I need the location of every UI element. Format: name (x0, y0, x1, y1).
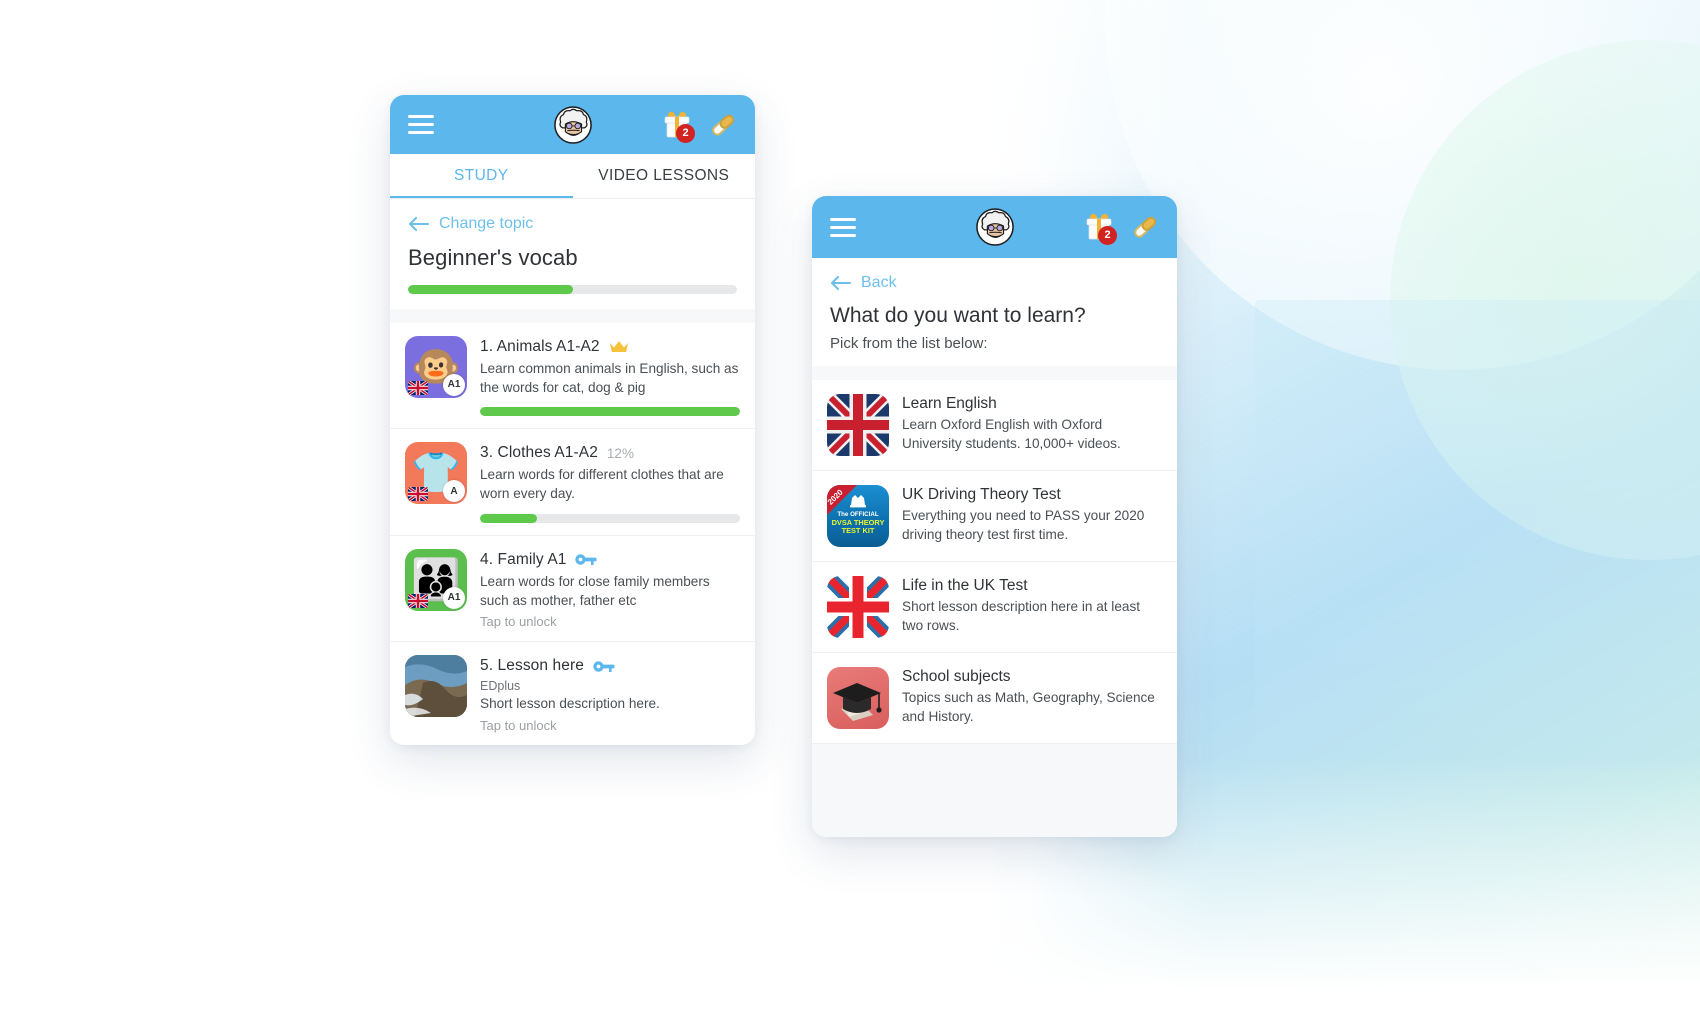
change-topic-link[interactable]: Change topic (390, 199, 755, 241)
crown-icon (609, 339, 629, 354)
level-badge: A1 (443, 373, 465, 396)
phone-screen-study: 2 STUDY VIDEO LESSONS Change topic Begin… (390, 95, 755, 745)
link-icon[interactable] (709, 111, 737, 139)
background-soft-rectangle (1255, 300, 1700, 770)
tap-to-unlock-label: Tap to unlock (480, 718, 557, 733)
course-title: School subjects (902, 668, 1011, 685)
lesson-title: 5. Lesson here (480, 657, 584, 675)
hamburger-menu-icon[interactable] (408, 115, 434, 135)
list-item[interactable]: 5. Lesson here EDplus Short lesson descr… (390, 642, 755, 745)
lesson-description: Learn words for close family members suc… (480, 573, 710, 608)
level-badge: A1 (443, 586, 465, 609)
phone-screen-course-picker: 2 Back What do you want to learn? Pick f… (812, 196, 1177, 837)
course-description: Topics such as Math, Geography, Science … (902, 690, 1155, 724)
back-link[interactable]: Back (812, 258, 1177, 300)
lesson-author: EDplus (480, 679, 521, 694)
uk-flag-icon (827, 576, 889, 638)
topic-progress-fill (408, 285, 573, 295)
lesson-description: Learn words for different clothes that a… (480, 467, 724, 501)
uk-flag-icon (408, 380, 428, 395)
lesson-progress-bar (480, 407, 740, 417)
app-bar-actions: 2 (663, 110, 737, 143)
lesson-list: 🐵 A1 1. Animals A1-A2 Learn common anima… (390, 322, 755, 745)
hamburger-menu-icon[interactable] (830, 217, 856, 237)
course-description: Short lesson description here in at leas… (902, 599, 1141, 633)
uk-flag-icon (408, 487, 428, 502)
gift-badge-count: 2 (676, 123, 695, 143)
lesson-progress-bar (480, 513, 740, 523)
arrow-left-icon (408, 216, 430, 232)
dvsa-theory-test-kit-icon: 2020 The OFFICIAL DVSA THEORY TEST KIT (827, 485, 889, 547)
page-subtitle: Pick from the list below: (830, 335, 988, 352)
list-item[interactable]: Learn English Learn Oxford English with … (812, 380, 1177, 471)
list-separator (812, 366, 1177, 380)
lesson-thumbnail: 🐵 A1 (405, 335, 467, 398)
course-title: UK Driving Theory Test (902, 486, 1061, 503)
topic-progress-bar (408, 285, 737, 295)
graduation-cap-icon (827, 667, 889, 729)
uk-flag-icon (408, 593, 428, 608)
tab-bar: STUDY VIDEO LESSONS (390, 154, 756, 200)
course-title: Learn English (902, 395, 997, 412)
lesson-progress-fill (480, 407, 740, 417)
arrow-left-icon (830, 275, 852, 291)
lesson-title: 4. Family A1 (480, 550, 567, 568)
gift-badge-count: 2 (1098, 226, 1117, 245)
app-bar: 2 (812, 196, 1177, 258)
course-description: Everything you need to PASS your 2020 dr… (902, 508, 1145, 542)
lesson-thumbnail (405, 655, 467, 718)
key-icon (575, 553, 597, 566)
lesson-description: Learn common animals in English, such as… (480, 360, 739, 395)
app-bar: 2 (390, 95, 755, 155)
gift-icon[interactable]: 2 (1085, 212, 1117, 245)
link-icon[interactable] (1131, 213, 1159, 241)
lesson-thumbnail: 👕 A (405, 442, 467, 505)
course-list: Learn English Learn Oxford English with … (812, 380, 1177, 744)
lesson-title: 3. Clothes A1-A2 (480, 444, 598, 462)
lesson-progress-fill (480, 513, 538, 523)
lesson-percent: 12% (606, 445, 634, 461)
course-title: Life in the UK Test (902, 577, 1028, 594)
tap-to-unlock-label: Tap to unlock (480, 614, 557, 630)
topic-title: Beginner's vocab (408, 245, 578, 271)
change-topic-label: Change topic (439, 215, 534, 233)
page-title: What do you want to learn? (830, 304, 1086, 327)
back-label: Back (861, 274, 897, 291)
lesson-title: 1. Animals A1-A2 (480, 337, 600, 355)
uk-flag-icon (827, 394, 889, 456)
list-item[interactable]: Life in the UK Test Short lesson descrip… (812, 562, 1177, 653)
kit-line-3: TEST KIT (841, 526, 875, 536)
list-item[interactable]: 👕 A 3. Clothes A1-A2 12% Learn words for… (390, 429, 755, 536)
einstein-avatar-icon[interactable] (975, 208, 1014, 246)
list-item[interactable]: School subjects Topics such as Math, Geo… (812, 653, 1177, 744)
tab-study[interactable]: STUDY (390, 154, 573, 199)
list-separator (390, 309, 755, 323)
list-item[interactable]: 🐵 A1 1. Animals A1-A2 Learn common anima… (390, 323, 755, 430)
lesson-description: Short lesson description here. (480, 696, 660, 712)
list-item[interactable]: 2020 The OFFICIAL DVSA THEORY TEST KIT U… (812, 471, 1177, 562)
screen-filler (812, 744, 1177, 837)
key-icon (593, 660, 615, 673)
app-bar-actions: 2 (1085, 212, 1159, 245)
course-description: Learn Oxford English with Oxford Univers… (902, 417, 1121, 451)
tab-video-lessons[interactable]: VIDEO LESSONS (573, 154, 756, 198)
einstein-avatar-icon[interactable] (553, 105, 592, 144)
list-item[interactable]: 👨‍👩‍👦 A1 4. Family A1 Learn words for cl… (390, 536, 755, 643)
lesson-thumbnail: 👨‍👩‍👦 A1 (405, 548, 467, 611)
gift-icon[interactable]: 2 (663, 110, 695, 143)
